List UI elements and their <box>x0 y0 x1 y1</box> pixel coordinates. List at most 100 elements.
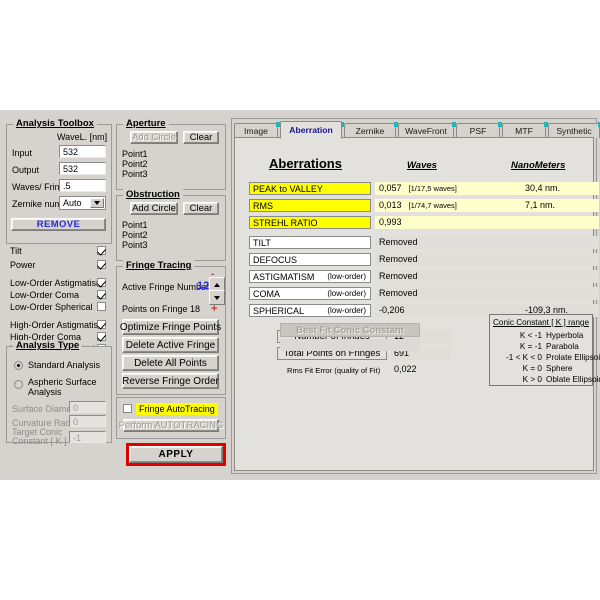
aberration-terms-checklist: Tilt Power Low-Order Astigmatism Low-Ord… <box>6 246 110 338</box>
conic-desc: Prolate Ellipsoid <box>546 353 600 362</box>
points-on-fringe-label: Points on Fringe 18 <box>122 304 200 314</box>
best-fit-conic-constant-button[interactable]: Best Fit Conic Constant <box>280 323 420 337</box>
row-nanometers <box>521 253 599 266</box>
apply-button-frame: APPLY <box>126 443 226 466</box>
waves-per-fringe-field[interactable]: .5 <box>59 179 106 192</box>
checkbox-low-order-coma[interactable] <box>97 290 106 299</box>
row-waves: 0,013[1/74,7 waves] <box>375 199 543 212</box>
radio-standard-analysis[interactable] <box>14 361 23 370</box>
output-wavelength-field[interactable]: 532 <box>59 162 106 175</box>
checkbox-low-order-spherical[interactable] <box>97 302 106 311</box>
row-label-order: (low-order) <box>327 306 366 315</box>
tab-aberration[interactable]: Aberration <box>280 121 342 139</box>
tab-wavefront[interactable]: WaveFront <box>398 123 454 138</box>
zernike-number-value: Auto <box>63 198 82 208</box>
row-waves: 0,993 <box>375 216 543 229</box>
optimize-fringe-points-button[interactable]: Optimize Fringe Points <box>122 319 219 335</box>
tab-image[interactable]: Image <box>234 123 278 138</box>
checkbox-low-order-astigmatism[interactable] <box>97 278 106 287</box>
row-label: COMA(low-order) <box>249 287 371 300</box>
column-header-waves: Waves <box>407 160 437 171</box>
row-waves-fraction: [1/74,7 waves] <box>409 201 457 210</box>
aperture-point-2[interactable]: Point2 <box>122 159 148 169</box>
delete-all-points-button[interactable]: Delete All Points <box>122 355 219 371</box>
conic-desc: Sphere <box>546 364 572 373</box>
chevron-down-icon[interactable] <box>90 198 104 208</box>
rms-fit-error-value: 0,022 <box>391 363 451 376</box>
target-conic-label-line2: Constant [ K ] <box>12 436 67 446</box>
obstruction-clear-button[interactable]: Clear <box>183 202 219 215</box>
row-waves: Removed <box>375 287 543 300</box>
tab-mtf[interactable]: MTF <box>502 123 546 138</box>
tab-psf[interactable]: PSF <box>456 123 500 138</box>
row-nanometers <box>521 270 599 283</box>
checkbox-high-order-coma[interactable] <box>97 332 106 341</box>
aperture-point-3[interactable]: Point3 <box>122 169 148 179</box>
wavelength-header: WaveL. [nm] <box>57 132 107 142</box>
best-fit-conic-constant-field <box>280 339 420 351</box>
analysis-type-group: Analysis Type Standard Analysis Aspheric… <box>6 346 112 443</box>
surface-diameter-field[interactable]: 0 <box>69 401 106 413</box>
radio-label-standard-analysis: Standard Analysis <box>28 360 100 370</box>
autotracing-group: Fringe AutoTracing Perform AUTOTRACING <box>116 397 226 439</box>
aperture-add-circle-button[interactable]: Add Circle <box>130 131 178 144</box>
row-nanometers: 30,4 nm. <box>521 182 599 195</box>
checkbox-label-fringe-autotracing: Fringe AutoTracing <box>136 403 218 415</box>
obstruction-point-1[interactable]: Point1 <box>122 220 148 230</box>
aperture-point-1[interactable]: Point1 <box>122 149 148 159</box>
row-waves: Removed <box>375 270 543 283</box>
fringe-tracing-group: Fringe Tracing Active Fringe Number 12 -… <box>116 266 226 395</box>
obstruction-group: Obstruction Add Circle Clear Point1 Poin… <box>116 195 226 261</box>
conic-k: -1 < K < 0 <box>490 353 542 362</box>
checkbox-label-low-order-astigmatism: Low-Order Astigmatism <box>10 278 104 288</box>
analysis-type-legend: Analysis Type <box>13 340 82 351</box>
radio-label-aspheric-line2: Analysis <box>28 387 62 397</box>
row-nanometers: 7,1 nm. <box>521 199 599 212</box>
obstruction-point-2[interactable]: Point2 <box>122 230 148 240</box>
input-wavelength-field[interactable]: 532 <box>59 145 106 158</box>
target-conic-constant-field[interactable]: -1 <box>69 431 106 443</box>
obstruction-add-circle-button[interactable]: Add Circle <box>130 202 178 215</box>
obstruction-point-3[interactable]: Point3 <box>122 240 148 250</box>
increment-mark[interactable]: + <box>211 303 217 315</box>
aperture-clear-button[interactable]: Clear <box>183 131 219 144</box>
row-label: TILT <box>249 236 371 249</box>
checkbox-label-power: Power <box>10 260 36 270</box>
aperture-legend: Aperture <box>123 118 169 129</box>
checkbox-label-high-order-astigmatism: High-Order Astigmatism <box>10 320 106 330</box>
results-panel: Image Aberration Zernike WaveFront PSF M… <box>231 118 597 474</box>
perform-autotracing-button[interactable]: Perform AUTOTRACING <box>123 419 219 432</box>
checkbox-high-order-astigmatism[interactable] <box>97 320 106 329</box>
radio-label-aspheric-line1: Aspheric Surface <box>28 377 97 387</box>
row-label: RMS <box>249 199 371 212</box>
row-label: STREHL RATIO <box>249 216 371 229</box>
row-nanometers <box>521 216 599 229</box>
delete-active-fringe-button[interactable]: Delete Active Fringe <box>122 337 219 353</box>
aperture-group: Aperture Add Circle Clear Point1 Point2 … <box>116 124 226 190</box>
tab-synthetic[interactable]: Synthetic <box>548 123 600 138</box>
rms-fit-error-label: Rms Fit Error (quality of Fit) <box>287 366 380 375</box>
zernike-number-select[interactable]: Auto <box>59 196 106 210</box>
active-fringe-number-label: Active Fringe Number <box>122 282 209 292</box>
checkbox-label-tilt: Tilt <box>10 246 22 256</box>
reverse-fringe-order-button[interactable]: Reverse Fringe Order <box>122 373 219 389</box>
checkbox-fringe-autotracing[interactable] <box>123 404 132 413</box>
conic-desc: Parabola <box>546 342 579 351</box>
conic-desc: Hyperbola <box>546 331 583 340</box>
row-label: ASTIGMATISM(low-order) <box>249 270 371 283</box>
row-nanometers <box>521 287 599 300</box>
active-fringe-number-value: 12 <box>197 280 209 292</box>
tab-zernike[interactable]: Zernike <box>344 123 396 138</box>
conic-k: K = 0 <box>490 364 542 373</box>
conic-k: K = -1 <box>490 342 542 351</box>
curvature-radius-field[interactable]: 0 <box>69 415 106 427</box>
row-nanometers <box>521 236 599 249</box>
radio-aspheric-surface-analysis[interactable] <box>14 380 23 389</box>
checkbox-power[interactable] <box>97 260 106 269</box>
conic-legend-title: Conic Constant [ K ] range <box>490 318 592 327</box>
apply-button[interactable]: APPLY <box>129 446 223 463</box>
checkbox-tilt[interactable] <box>97 246 106 255</box>
row-waves-fraction: [1/17,5 waves] <box>409 184 457 193</box>
analysis-toolbox-group: Analysis Toolbox WaveL. [nm] Input 532 O… <box>6 124 112 244</box>
remove-button[interactable]: REMOVE <box>11 218 106 231</box>
